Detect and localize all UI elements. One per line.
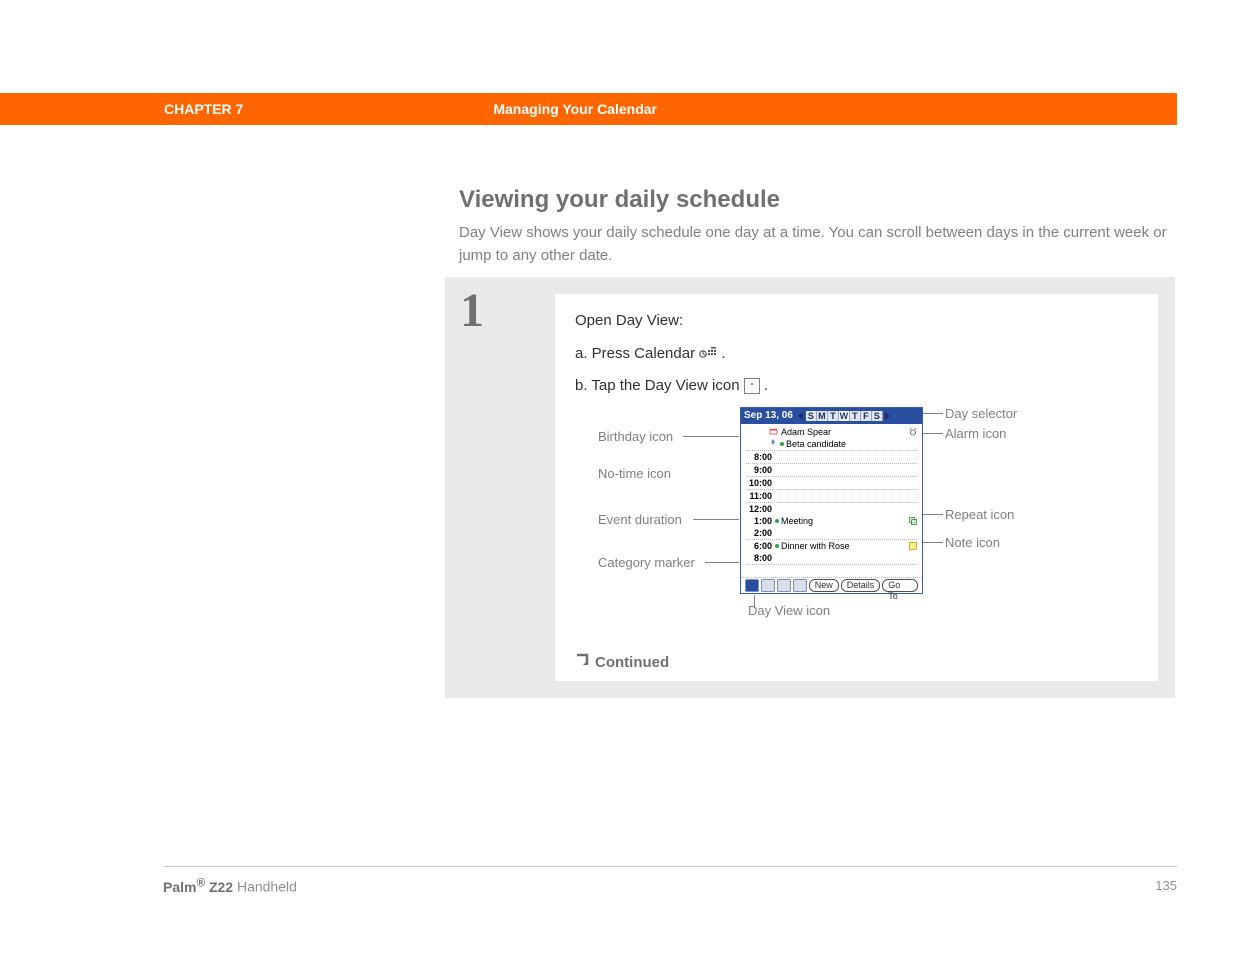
step-open-text: Open Day View: — [575, 312, 1138, 329]
time-row[interactable]: 8:00 — [746, 451, 917, 464]
day-s[interactable]: S — [806, 411, 817, 421]
step-b: b. Tap the Day View icon . — [575, 377, 1138, 394]
category-dot-icon — [775, 519, 779, 523]
time-row[interactable]: 9:00 — [746, 464, 917, 477]
connector-line — [923, 514, 943, 515]
day-t2[interactable]: T — [850, 411, 861, 421]
connector-line — [683, 436, 739, 437]
label-day-view-icon: Day View icon — [748, 603, 830, 618]
label-category: Category marker — [598, 555, 695, 570]
time-label: 10:00 — [746, 478, 775, 488]
footer-brand: Palm — [163, 879, 196, 895]
time-row[interactable]: 2:00 — [746, 527, 917, 540]
step-a-suffix: . — [721, 345, 725, 362]
time-label: 9:00 — [746, 465, 775, 475]
category-dot-icon — [775, 544, 779, 548]
footer-model: Z22 — [205, 879, 233, 895]
label-alarm: Alarm icon — [945, 426, 1006, 441]
alarm-icon — [909, 428, 917, 436]
time-label: 8:00 — [746, 553, 775, 563]
time-row[interactable]: 11:00 — [746, 490, 917, 503]
event-title: Meeting — [781, 516, 909, 526]
step-container: 1 Open Day View: a. Press Calendar . b. … — [445, 277, 1175, 698]
pda-header: Sep 13, 06 S M T W T F S — [741, 408, 922, 424]
chapter-label: CHAPTER 7 — [164, 101, 243, 117]
day-w[interactable]: W — [839, 411, 850, 421]
annotated-diagram: Birthday icon No-time icon Event duratio… — [575, 404, 1135, 619]
note-icon — [909, 542, 917, 550]
label-repeat: Repeat icon — [945, 507, 1014, 522]
category-dot-icon — [780, 442, 784, 446]
connector-line — [923, 413, 943, 414]
event-title: Dinner with Rose — [781, 541, 909, 551]
continued-marker: Continued — [575, 653, 669, 671]
day-f[interactable]: F — [861, 411, 872, 421]
time-row[interactable]: 12:00 — [746, 503, 917, 515]
connector-line — [923, 542, 943, 543]
time-label: 2:00 — [746, 528, 775, 538]
day-s2[interactable]: S — [872, 411, 883, 421]
step-a-prefix: a. Press Calendar — [575, 345, 699, 362]
label-note: Note icon — [945, 535, 1000, 550]
time-label: 6:00 — [746, 541, 775, 551]
event-row[interactable]: 6:00 Dinner with Rose — [746, 540, 917, 552]
time-label: 11:00 — [746, 491, 775, 501]
event-row[interactable]: Beta candidate — [746, 438, 917, 451]
day-view-button-icon[interactable] — [745, 579, 759, 592]
repeat-icon — [909, 517, 917, 525]
continued-text: Continued — [595, 654, 669, 671]
day-m[interactable]: M — [817, 411, 828, 421]
agenda-view-button-icon[interactable] — [793, 579, 807, 592]
time-label: 1:00 — [746, 516, 775, 526]
new-button[interactable]: New — [809, 579, 839, 592]
chapter-bar: CHAPTER 7 Managing Your Calendar — [0, 93, 1177, 125]
step-inner: Open Day View: a. Press Calendar . b. Ta… — [555, 294, 1158, 681]
section-body: Day View shows your daily schedule one d… — [459, 222, 1177, 267]
product-name: Palm® Z22 Handheld — [163, 876, 297, 895]
prev-day-icon[interactable] — [798, 412, 803, 420]
connector-line — [693, 519, 739, 520]
page-footer: Palm® Z22 Handheld 135 — [163, 876, 1177, 895]
pda-footer: New Details Go To — [741, 577, 922, 593]
continued-arrow-icon — [575, 653, 589, 671]
step-b-suffix: . — [764, 377, 768, 394]
chapter-title: Managing Your Calendar — [493, 101, 657, 117]
label-day-selector: Day selector — [945, 406, 1017, 421]
pda-date: Sep 13, 06 — [741, 410, 796, 421]
footer-reg: ® — [196, 876, 205, 889]
step-b-prefix: b. Tap the Day View icon — [575, 377, 744, 394]
section-heading: Viewing your daily schedule — [459, 186, 780, 214]
pda-screen: Sep 13, 06 S M T W T F S — [740, 407, 923, 594]
event-title: Adam Spear — [781, 427, 909, 437]
connector-line — [923, 433, 943, 434]
event-row[interactable]: Adam Spear — [746, 426, 917, 438]
step-a: a. Press Calendar . — [575, 345, 1138, 363]
calendar-icon — [699, 346, 717, 363]
day-view-glyph-icon — [744, 378, 760, 394]
label-notime: No-time icon — [598, 466, 671, 481]
month-view-button-icon[interactable] — [777, 579, 791, 592]
time-label: 8:00 — [746, 452, 775, 462]
page-number: 135 — [1155, 878, 1177, 893]
time-row[interactable]: 8:00 — [746, 552, 917, 565]
next-day-icon[interactable] — [885, 412, 890, 420]
day-selector[interactable]: S M T W T F S — [806, 411, 883, 421]
week-view-button-icon[interactable] — [761, 579, 775, 592]
birthday-icon — [769, 426, 778, 437]
no-time-icon — [769, 439, 777, 449]
step-number: 1 — [460, 283, 484, 338]
event-title: Beta candidate — [786, 439, 917, 449]
footer-rule — [163, 866, 1177, 867]
goto-button[interactable]: Go To — [882, 579, 918, 592]
event-row[interactable]: 1:00 Meeting — [746, 515, 917, 527]
time-label: 12:00 — [746, 504, 775, 514]
time-row[interactable]: 10:00 — [746, 477, 917, 490]
label-birthday: Birthday icon — [598, 429, 673, 444]
details-button[interactable]: Details — [841, 579, 881, 592]
label-duration: Event duration — [598, 512, 682, 527]
connector-line — [705, 562, 739, 563]
day-t[interactable]: T — [828, 411, 839, 421]
footer-suffix: Handheld — [233, 879, 297, 895]
